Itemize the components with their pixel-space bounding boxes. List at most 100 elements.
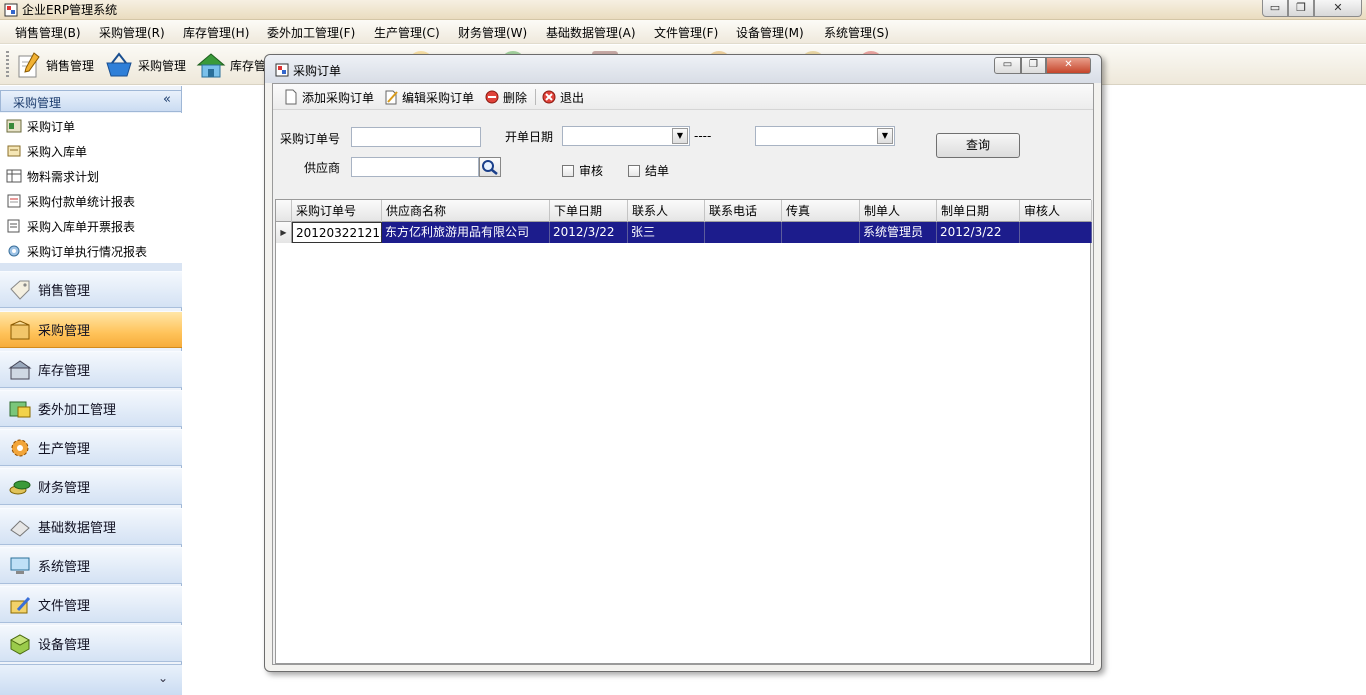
close-order-checkbox[interactable]: 结单 [628, 162, 669, 179]
menu-equipment[interactable]: 设备管理(M) [736, 25, 804, 41]
nav-group-outsourcing[interactable]: 委外加工管理 [0, 390, 182, 427]
toolbar-purchase-label: 采购管理 [138, 58, 187, 73]
nav-group-purchase[interactable]: 采购管理 [0, 311, 182, 348]
nav-group-production[interactable]: 生产管理 [0, 429, 182, 466]
column-header[interactable]: 供应商名称 [382, 200, 550, 222]
nav-item-purchase-order[interactable]: 采购订单 [6, 115, 75, 137]
table-icon [6, 169, 22, 183]
menu-system[interactable]: 系统管理(S) [824, 25, 889, 41]
add-order-button[interactable]: 添加采购订单 [283, 88, 374, 106]
audit-checkbox-box[interactable] [562, 164, 574, 177]
dialog-minimize-button[interactable]: ▭ [994, 57, 1021, 74]
purchase-order-dialog: 采购订单 ▭ ❐ ✕ 添加采购订单 编辑采购订单 删除 退出 采购订单号 开单日… [264, 54, 1102, 672]
maximize-button[interactable]: ❐ [1288, 0, 1314, 17]
cell-order-no[interactable]: 201203221212 [292, 222, 382, 243]
nav-group-system[interactable]: 系统管理 [0, 547, 182, 584]
nav-group-label: 基础数据管理 [38, 521, 117, 536]
column-header[interactable]: 制单人 [860, 200, 937, 222]
dialog-close-button[interactable]: ✕ [1046, 57, 1091, 74]
date-separator: ---- [694, 129, 712, 143]
dialog-body: 添加采购订单 编辑采购订单 删除 退出 采购订单号 开单日期 ▼ ---- ▼ [272, 83, 1094, 665]
menu-files[interactable]: 文件管理(F) [654, 25, 718, 41]
dialog-maximize-button[interactable]: ❐ [1021, 57, 1046, 74]
toolbar-sales-button[interactable]: 销售管理 [16, 49, 94, 81]
column-header[interactable]: 下单日期 [550, 200, 628, 222]
nav-item-execution-report[interactable]: 采购订单执行情况报表 [6, 240, 147, 262]
nav-item-material-plan[interactable]: 物料需求计划 [6, 165, 99, 187]
audit-checkbox[interactable]: 审核 [562, 162, 603, 179]
nav-group-files[interactable]: 文件管理 [0, 586, 182, 623]
end-date-picker[interactable]: ▼ [755, 126, 895, 146]
query-button[interactable]: 查询 [936, 133, 1020, 158]
supplier-search-button[interactable] [479, 157, 501, 177]
menu-purchase[interactable]: 采购管理(R) [99, 25, 165, 41]
menu-sales[interactable]: 销售管理(B) [15, 25, 81, 41]
column-header[interactable]: 采购订单号 [292, 200, 382, 222]
edit-order-button[interactable]: 编辑采购订单 [383, 88, 474, 106]
menu-finance[interactable]: 财务管理(W) [458, 25, 527, 41]
menu-outsourcing[interactable]: 委外加工管理(F) [267, 25, 355, 41]
menu-inventory[interactable]: 库存管理(H) [183, 25, 249, 41]
cell-fax[interactable] [782, 222, 860, 243]
cell-auditor[interactable] [1020, 222, 1092, 243]
dialog-toolbar: 添加采购订单 编辑采购订单 删除 退出 [273, 84, 1093, 110]
cell-order-date[interactable]: 2012/3/22 [550, 222, 628, 243]
gear-report-icon [8, 245, 20, 257]
column-header[interactable]: 制单日期 [937, 200, 1020, 222]
toolbar-sales-label: 销售管理 [46, 58, 95, 73]
chevron-down-icon[interactable]: ▼ [672, 128, 688, 144]
title-bar: 企业ERP管理系统 ▭ ❐ ✕ [0, 0, 1366, 20]
delete-label: 删除 [503, 90, 528, 105]
nav-item-purchase-receipt[interactable]: 采购入库单 [6, 140, 87, 162]
close-button[interactable]: ✕ [1314, 0, 1362, 17]
document-icon [7, 219, 20, 233]
toolbar-grip[interactable] [6, 51, 9, 79]
supplier-input[interactable] [351, 157, 479, 177]
toolbar-purchase-button[interactable]: 采购管理 [104, 49, 186, 81]
nav-item-invoice-report[interactable]: 采购入库单开票报表 [6, 215, 135, 237]
window-title: 企业ERP管理系统 [22, 3, 118, 17]
minimize-button[interactable]: ▭ [1262, 0, 1288, 17]
dialog-icon [275, 63, 289, 77]
order-no-input[interactable] [351, 127, 481, 147]
cell-supplier[interactable]: 东方亿利旅游用品有限公司 [382, 222, 550, 243]
table-row[interactable]: ▶ 201203221212 东方亿利旅游用品有限公司 2012/3/22 张三… [276, 222, 1092, 243]
column-header[interactable]: 联系电话 [705, 200, 782, 222]
column-header[interactable]: 联系人 [628, 200, 705, 222]
nav-group-sales[interactable]: 销售管理 [0, 271, 182, 308]
coins-icon [9, 480, 31, 494]
toolbar-inventory-button[interactable]: 库存管 [196, 49, 266, 81]
column-header[interactable]: 传真 [782, 200, 860, 222]
delete-button[interactable]: 删除 [484, 88, 527, 106]
dialog-title-bar[interactable]: 采购订单 ▭ ❐ ✕ [265, 55, 1101, 83]
menu-production[interactable]: 生产管理(C) [374, 25, 440, 41]
cell-phone[interactable] [705, 222, 782, 243]
exit-button[interactable]: 退出 [541, 88, 584, 106]
nav-group-inventory[interactable]: 库存管理 [0, 351, 182, 388]
cell-create-date[interactable]: 2012/3/22 [937, 222, 1020, 243]
equipment-box-icon [9, 633, 31, 655]
chevron-down-icon[interactable]: ▼ [877, 128, 893, 144]
collapse-icon[interactable]: « [163, 92, 171, 107]
nav-item-payment-report[interactable]: 采购付款单统计报表 [6, 190, 135, 212]
chevron-down-icon[interactable]: ⌄ [158, 671, 168, 685]
tag-icon [10, 280, 30, 300]
nav-splitter[interactable] [0, 263, 182, 271]
column-header[interactable]: 审核人 [1020, 200, 1092, 222]
nav-group-basic-data[interactable]: 基础数据管理 [0, 508, 182, 545]
warehouse-icon [8, 359, 32, 379]
menu-basic-data[interactable]: 基础数据管理(A) [546, 25, 636, 41]
app-icon [4, 3, 18, 17]
outsourcing-icon [9, 401, 31, 417]
cell-contact[interactable]: 张三 [628, 222, 705, 243]
nav-group-finance[interactable]: 财务管理 [0, 468, 182, 505]
menu-bar: 销售管理(B) 采购管理(R) 库存管理(H) 委外加工管理(F) 生产管理(C… [0, 20, 1366, 44]
row-selector-icon[interactable]: ▶ [276, 222, 292, 243]
cell-creator[interactable]: 系统管理员 [860, 222, 937, 243]
start-date-picker[interactable]: ▼ [562, 126, 690, 146]
package-icon [10, 319, 30, 339]
close-order-checkbox-box[interactable] [628, 164, 640, 177]
nav-group-equipment[interactable]: 设备管理 [0, 625, 182, 662]
nav-item-label: 采购订单执行情况报表 [27, 244, 148, 259]
new-document-icon [285, 89, 297, 105]
